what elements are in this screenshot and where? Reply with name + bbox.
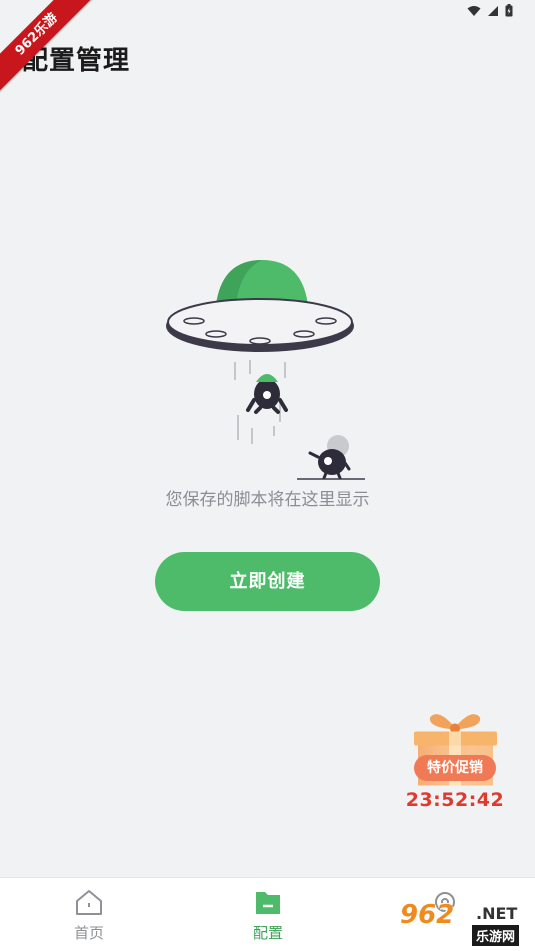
- corner-badge-text: 962乐游: [0, 0, 100, 98]
- status-icons: [467, 4, 513, 17]
- watermark-sub: 乐游网: [472, 925, 520, 946]
- watermark-main: 962: [400, 900, 455, 930]
- create-now-button[interactable]: 立即创建: [155, 552, 380, 611]
- nav-item-config[interactable]: 配置: [228, 888, 308, 943]
- promo-countdown: 23:52:42: [405, 789, 505, 811]
- signal-icon: [488, 5, 498, 16]
- nav-config-label: 配置: [252, 924, 283, 942]
- wifi-icon: [467, 5, 481, 16]
- site-watermark-logo: 962 .NET 乐游网: [396, 900, 531, 946]
- battery-icon: [505, 4, 513, 17]
- nav-item-home[interactable]: 首页: [49, 888, 129, 943]
- empty-state-message: 您保存的脚本将在这里显示: [165, 490, 370, 510]
- nav-home-label: 首页: [73, 924, 104, 942]
- promo-label[interactable]: 特价促销: [414, 755, 496, 781]
- empty-ufo-illustration: [166, 260, 365, 480]
- corner-badge: 962乐游: [0, 0, 110, 110]
- folder-icon: [256, 892, 280, 914]
- watermark-net: .NET: [476, 904, 518, 923]
- home-icon: [76, 890, 102, 915]
